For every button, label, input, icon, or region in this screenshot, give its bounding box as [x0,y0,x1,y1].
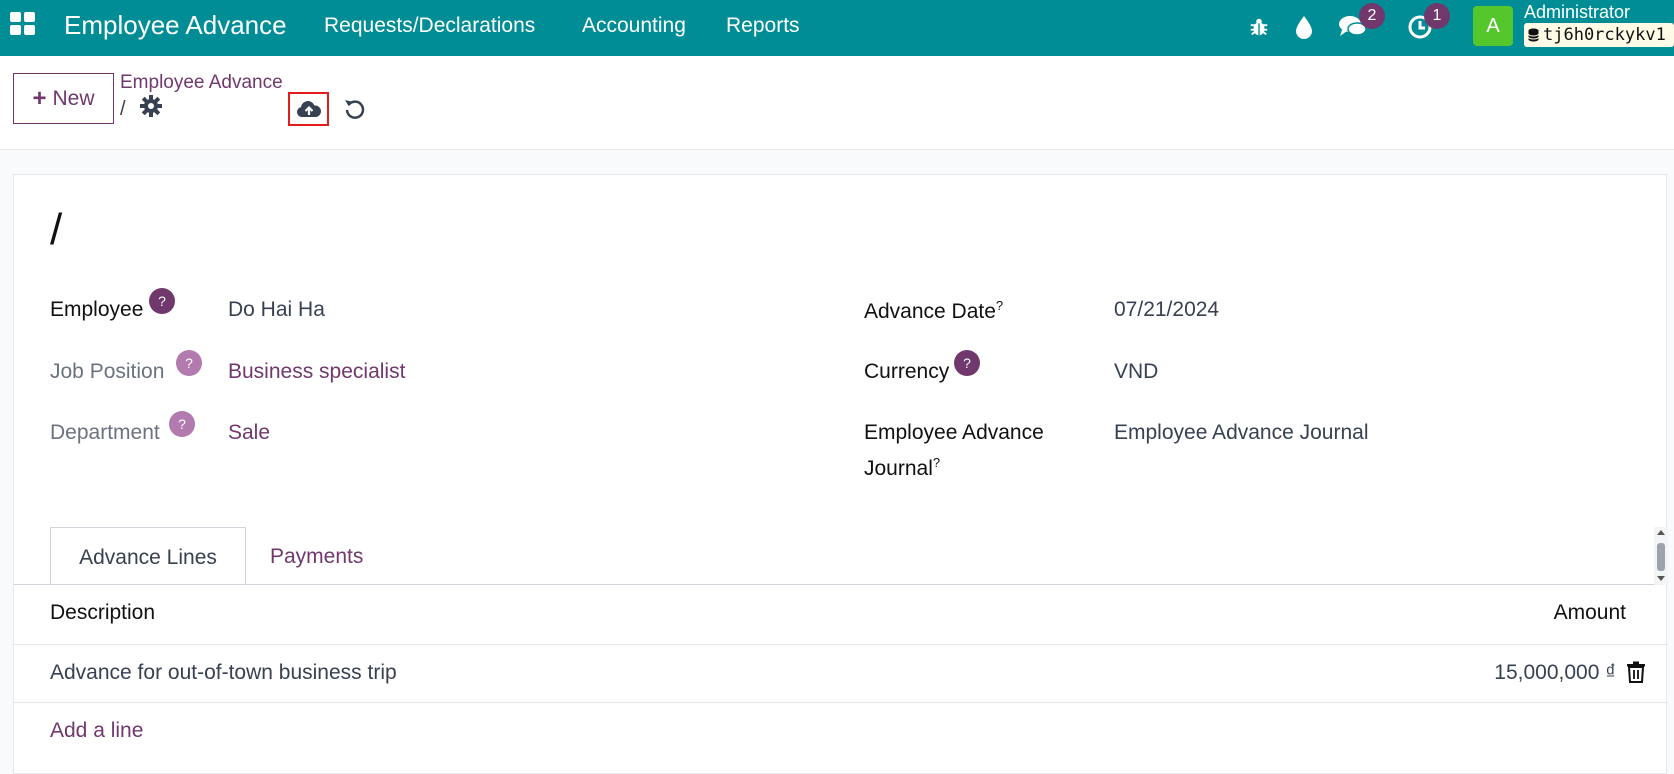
tabs-divider [14,584,1668,585]
bug-icon[interactable] [1244,12,1274,42]
form-sheet: / Employee ? Do Hai Ha Job Position ? Bu… [13,174,1668,774]
column-header-description[interactable]: Description [50,601,155,625]
journal-label-line2-text: Journal [864,457,933,480]
journal-label-line2: Journal? [864,455,940,481]
journal-label-line1: Employee Advance [864,421,1044,444]
advance-date-value[interactable]: 07/21/2024 [1114,298,1219,322]
line-amount[interactable]: 15,000,000 ₫ [1394,661,1616,685]
menu-reports[interactable]: Reports [726,14,800,38]
breadcrumb-parent[interactable]: Employee Advance [120,72,283,94]
tab-payments[interactable]: Payments [246,527,387,587]
gear-icon[interactable] [139,94,163,118]
advance-date-help-mark[interactable]: ? [996,298,1003,313]
currency-value[interactable]: VND [1114,360,1158,384]
save-button[interactable] [288,92,329,126]
plus-icon: + [32,84,47,112]
advance-date-label-text: Advance Date [864,300,996,323]
messages-count-badge: 2 [1359,3,1385,29]
department-label: Department [50,421,160,444]
cloud-upload-icon [296,101,321,117]
trash-icon[interactable] [1626,661,1648,685]
journal-help-mark[interactable]: ? [933,455,940,470]
tabs-scrollbar[interactable] [1654,527,1668,585]
new-button-label: New [52,86,95,110]
record-name: / [50,205,63,254]
top-navbar: Employee Advance Requests/Declarations A… [0,0,1674,56]
tab-advance-lines[interactable]: Advance Lines [50,527,246,585]
journal-value[interactable]: Employee Advance Journal [1114,421,1369,445]
header-divider [14,644,1668,645]
employee-help-icon[interactable]: ? [149,288,175,314]
breadcrumb-current: / [120,98,126,120]
job-position-value[interactable]: Business specialist [228,360,405,384]
row-divider [14,702,1668,703]
new-button[interactable]: + New [13,73,114,124]
employee-value[interactable]: Do Hai Ha [228,298,325,322]
user-name[interactable]: Administrator [1524,2,1630,23]
app-name[interactable]: Employee Advance [64,10,287,41]
user-avatar[interactable]: A [1473,6,1513,46]
database-name-text: tj6h0rckykv1 [1543,25,1666,45]
currency-help-icon[interactable]: ? [954,350,980,376]
apps-menu-icon[interactable] [10,12,38,38]
menu-requests-declarations[interactable]: Requests/Declarations [324,14,535,38]
employee-label: Employee [50,298,144,321]
database-name: tj6h0rckykv1 [1524,23,1674,47]
undo-icon [345,100,365,119]
database-icon [1528,28,1539,42]
department-help-icon[interactable]: ? [169,411,195,437]
menu-accounting[interactable]: Accounting [582,14,686,38]
job-position-help-icon[interactable]: ? [176,350,202,376]
department-value[interactable]: Sale [228,421,270,445]
discard-button[interactable] [340,94,370,124]
activities-count-badge: 1 [1424,3,1450,29]
add-line-link[interactable]: Add a line [50,719,143,743]
line-description[interactable]: Advance for out-of-town business trip [50,661,397,685]
droplet-icon[interactable] [1289,12,1319,42]
currency-label: Currency [864,360,950,383]
advance-date-label: Advance Date? [864,298,1003,324]
job-position-label: Job Position [50,360,165,383]
column-header-amount[interactable]: Amount [1532,601,1626,625]
control-panel: + New Employee Advance / [0,56,1674,150]
